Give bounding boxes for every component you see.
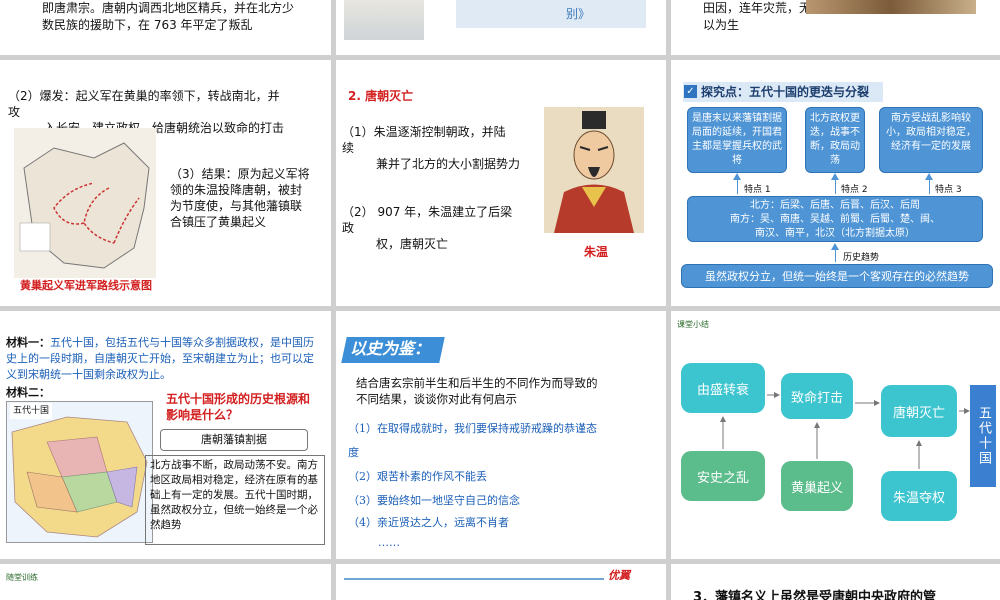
slide-summary[interactable]: 课堂小结 由盛转衰 致命打击 唐朝灭亡 安史之乱 黄巢起义 朱温夺权 五代十国 [671,311,1000,559]
connector-line [737,180,738,194]
exercise-header: 随堂训练 [6,573,38,582]
question-text: 3．藩镇名义上虽然是受唐朝中央政府的管 [693,590,937,600]
feature-label: 特点 3 [935,185,962,195]
insight-3: （3）要始终如一地坚守自己的信念 [348,494,520,507]
paragraph-line: 为节度使，与其他藩镇联 [170,199,303,213]
paragraph-line: （2） 907 年，朱温建立了后梁 [342,205,513,219]
map-title: 五代十国 [10,403,53,419]
text-line: 田因，连年灾荒，无 [703,1,812,15]
insight-2: （2）艰苦朴素的作风不能丢 [348,470,487,483]
box-five-dynasties: 五代十国 [970,385,996,487]
material-1: 材料一：五代十国，包括五代与十国等众多割据政权，是中国历史上的一段时期，自唐朝灭… [6,335,324,383]
slide-tang-fall[interactable]: 2. 唐朝灭亡 （1）朱温逐渐控制朝政，并陆 续 兼并了北方的大小割据势力 （2… [336,60,666,306]
paragraph-line: 续 [342,141,355,155]
connector-line [929,180,930,194]
slide-bottom-mid[interactable]: 优翼 [336,564,666,600]
insight-4: （4）亲近贤达之人，远离不肖者 [348,516,509,529]
map-graphic [7,402,152,542]
slide-bottom-right[interactable]: 3．藩镇名义上虽然是受唐朝中央政府的管 [671,564,1000,600]
slide-top-right[interactable]: 田因，连年灾荒，无 以为生 [671,0,1000,55]
connector-line [835,180,836,194]
paragraph-line: 政 [342,221,355,235]
text-line: 以为生 [703,18,740,32]
arrow-up-icon [831,173,839,180]
zhu-wen-portrait [544,107,644,233]
slide-five-dynasties[interactable]: ✓ 探究点：五代十国的更迭与分裂 是唐末以来藩镇割据局面的延续，开国君主都是掌握… [671,60,1000,306]
insight-1-cont: 度 [348,446,359,459]
insight-1: （1）在取得成就时，我们要保持戒骄戒躁的恭谨态 [348,422,597,435]
paragraph-line: 领的朱温投降唐朝，被封 [170,183,303,197]
arrow-up-icon [733,173,741,180]
caption: 别》 [566,7,591,21]
portrait-caption: 朱温 [584,245,609,259]
material-1-text: 五代十国，包括五代与十国等众多割据政权，是中国历史上的一段时期，自唐朝灭亡开始，… [6,336,314,381]
feature-box-1: 是唐末以来藩镇割据局面的延续，开国君主都是掌握兵权的武将 [687,107,787,173]
slide-bottom-left[interactable]: 随堂训练 [0,564,331,600]
brand-logo: 优翼 [608,569,630,582]
ellipsis: …… [378,536,400,549]
paragraph-line: 兼并了北方的大小割据势力 [376,157,521,171]
slide-material[interactable]: 材料一：五代十国，包括五代与十国等众多割据政权，是中国历史上的一段时期，自唐朝灭… [0,311,331,559]
feature-box-3: 南方受战乱影响较小，政局相对稳定，经济有一定的发展 [879,107,983,173]
regimes-box: 北方：后梁、后唐、后晋、后汉、后周 南方：吴、南唐、吴越、前蜀、后蜀、楚、闽、 … [687,196,983,242]
section-title: 探究点：五代十国的更迭与分裂 [701,85,870,99]
material-1-label: 材料一： [6,336,50,349]
arrow-up-icon [831,243,839,250]
south-regimes: 南汉、南平，北汉（北方割据太原） [755,228,915,239]
map-graphic [14,128,156,278]
text-line: 数民族的援助下，在 763 年平定了叛乱 [42,18,253,32]
check-icon: ✓ [684,85,697,98]
trend-label: 历史趋势 [843,253,880,263]
portrait-graphic [554,111,634,233]
south-regimes: 南方：吴、南唐、吴越、前蜀、后蜀、楚、闽、 [730,214,940,225]
answer-box: 唐朝藩镇割据 [160,429,308,451]
paragraph-line: （1）朱温逐渐控制朝政，并陆 [342,125,506,139]
header-rule [344,578,604,580]
feature-label: 特点 2 [841,185,868,195]
intro-line: 不同结果，谈谈你对此有何启示 [356,392,517,406]
slide-lesson[interactable]: 以史为鉴： 结合唐玄宗前半生和后半生的不同作为而导致的 不同结果，谈谈你对此有何… [336,311,666,559]
question: 五代十国形成的历史根源和影响是什么？ [166,392,311,422]
paragraph-line: 合镇压了黄巢起义 [170,215,267,229]
feature-box-2: 北方政权更迭，战事不断，政局动荡 [805,107,865,173]
slide-top-left[interactable]: 即唐肃宗。唐朝内调西北地区精兵，并在北方少 数民族的援助下，在 763 年平定了… [0,0,331,55]
section-heading: 2. 唐朝灭亡 [348,89,414,103]
summary-arrows [720,392,970,469]
paragraph-line: （2）爆发：起义军在黄巢的率领下，转战南北，并 [8,89,280,103]
paragraph-line: 权，唐朝灭亡 [376,237,449,251]
caption-box: 别》 [456,0,646,28]
slide-rebellion[interactable]: （2）爆发：起义军在黄巢的率领下，转战南北，并 攻 入长安，建立政权，给唐朝统治… [0,60,331,306]
answer-text: 北方战事不断，政局动荡不安。南方地区政局相对稳定，经济在原有的基础上有一定的发展… [145,455,325,545]
trend-box: 虽然政权分立，但统一始终是一个客观存在的必然趋势 [681,264,993,288]
feature-label: 特点 1 [744,185,771,195]
map-caption: 黄巢起义军进军路线示意图 [20,279,152,292]
five-dynasties-map [6,401,153,543]
intro-line: 结合唐玄宗前半生和后半生的不同作为而导致的 [356,376,598,390]
paragraph-line: （3）结果：原为起义军将 [170,167,310,181]
text-line: 即唐肃宗。唐朝内调西北地区精兵，并在北方少 [42,1,295,15]
arrow-up-icon [925,173,933,180]
material-2-label: 材料二： [6,386,50,399]
connector-line [835,250,836,262]
painting-image [806,0,976,14]
painting-image [344,0,424,40]
slide-top-mid[interactable]: 别》 [336,0,666,55]
north-regimes: 北方：后梁、后唐、后晋、后汉、后周 [750,200,920,211]
paragraph-line: 攻 [8,105,21,119]
banner-text: 以史为鉴： [350,339,431,358]
final-label: 五代十国 [976,406,991,466]
